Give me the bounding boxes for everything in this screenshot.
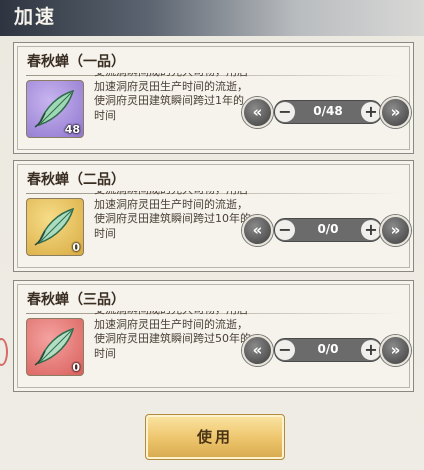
decrease-min-button[interactable]: « bbox=[242, 97, 273, 128]
quantity-stepper: « − 0/48 + » bbox=[242, 95, 411, 128]
item-description: 受流淌瞬间成的光大司物，用后加速洞府灵田生产时间的流逝，使洞府灵田建筑瞬间跨过1… bbox=[94, 73, 252, 147]
item-card-1: 春秋蝉（一品） 48 受流淌瞬间成的光大司物，用后加速洞府灵田生产时间的流逝，使… bbox=[13, 42, 414, 154]
item-description: 受流淌瞬间成的光大司物，用后加速洞府灵田生产时间的流逝，使洞府灵田建筑瞬间跨过5… bbox=[94, 311, 252, 385]
item-title: 春秋蝉（三品） bbox=[27, 292, 125, 308]
description-text: 受流淌瞬间成的光大司物，用后加速洞府灵田生产时间的流逝，使洞府灵田建筑瞬间跨过1… bbox=[94, 191, 251, 240]
description-text: 受流淌瞬间成的光大司物，用后加速洞府灵田生产时间的流逝，使洞府灵田建筑瞬间跨过1… bbox=[94, 73, 248, 122]
item-title: 春秋蝉（一品） bbox=[27, 54, 125, 70]
increase-max-button[interactable]: » bbox=[380, 215, 411, 246]
window-title: 加速 bbox=[14, 6, 57, 28]
quantity-bar: − 0/0 + bbox=[274, 218, 382, 242]
item-title: 春秋蝉（二品） bbox=[27, 172, 125, 188]
minus-button[interactable]: − bbox=[275, 102, 295, 122]
quantity-bar: − 0/0 + bbox=[274, 338, 382, 362]
quantity-bar: − 0/48 + bbox=[274, 100, 382, 124]
quantity-value: 0/0 bbox=[317, 342, 339, 356]
item-count: 48 bbox=[64, 123, 80, 136]
plus-button[interactable]: + bbox=[361, 220, 381, 240]
title-bar: 加速 bbox=[0, 0, 424, 36]
plus-button[interactable]: + bbox=[361, 340, 381, 360]
item-slot[interactable]: 0 bbox=[26, 318, 84, 376]
minus-button[interactable]: − bbox=[275, 220, 295, 240]
quantity-value: 0/0 bbox=[317, 222, 339, 236]
item-count: 0 bbox=[72, 241, 80, 254]
increase-max-button[interactable]: » bbox=[380, 97, 411, 128]
item-card-2: 春秋蝉（二品） 0 受流淌瞬间成的光大司物，用后加速洞府灵田生产时间的流逝，使洞… bbox=[13, 160, 414, 272]
item-slot[interactable]: 48 bbox=[26, 80, 84, 138]
quantity-stepper: « − 0/0 + » bbox=[242, 213, 411, 246]
item-card-3: 春秋蝉（三品） 0 受流淌瞬间成的光大司物，用后加速洞府灵田生产时间的流逝，使洞… bbox=[13, 280, 414, 392]
item-description: 受流淌瞬间成的光大司物，用后加速洞府灵田生产时间的流逝，使洞府灵田建筑瞬间跨过1… bbox=[94, 191, 252, 265]
decrease-min-button[interactable]: « bbox=[242, 215, 273, 246]
quantity-value: 0/48 bbox=[313, 104, 343, 118]
use-button[interactable]: 使用 bbox=[145, 414, 285, 460]
plus-button[interactable]: + bbox=[361, 102, 381, 122]
description-text: 受流淌瞬间成的光大司物，用后加速洞府灵田生产时间的流逝，使洞府灵田建筑瞬间跨过5… bbox=[94, 311, 251, 360]
increase-max-button[interactable]: » bbox=[380, 335, 411, 366]
minus-button[interactable]: − bbox=[275, 340, 295, 360]
item-slot[interactable]: 0 bbox=[26, 198, 84, 256]
decrease-min-button[interactable]: « bbox=[242, 335, 273, 366]
edge-marker bbox=[0, 338, 8, 366]
quantity-stepper: « − 0/0 + » bbox=[242, 333, 411, 366]
item-count: 0 bbox=[72, 361, 80, 374]
